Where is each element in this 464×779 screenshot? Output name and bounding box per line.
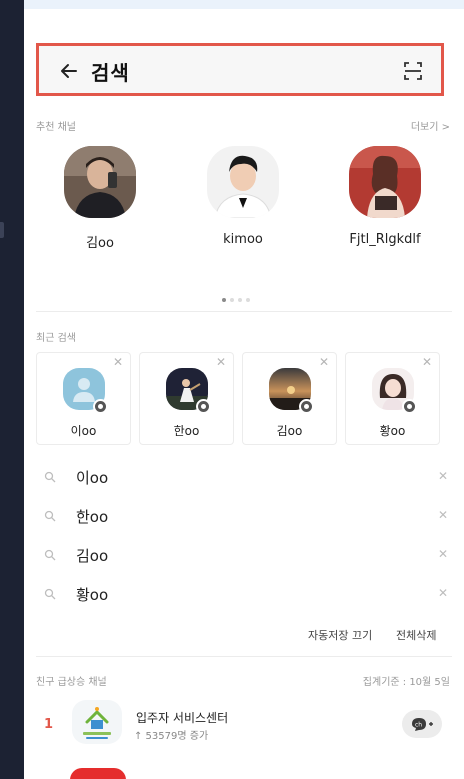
close-icon[interactable]: ✕ bbox=[422, 355, 432, 369]
close-icon[interactable]: ✕ bbox=[319, 355, 329, 369]
recent-card[interactable]: ✕ 황oo bbox=[345, 352, 440, 445]
page-title: 검색 bbox=[91, 61, 130, 85]
recommended-channel[interactable]: Fjtl_Rlgkdlf bbox=[335, 146, 435, 247]
channel-name: kimoo bbox=[223, 232, 263, 247]
add-channel-button[interactable]: ch bbox=[402, 710, 442, 738]
close-icon[interactable]: ✕ bbox=[113, 355, 123, 369]
search-history-item[interactable]: 이oo ✕ bbox=[44, 466, 448, 490]
device-bezel bbox=[0, 0, 24, 779]
rank-number: 1 bbox=[44, 717, 54, 732]
back-arrow-icon[interactable] bbox=[59, 61, 79, 81]
close-icon[interactable]: ✕ bbox=[216, 355, 226, 369]
card-name: 이oo bbox=[70, 424, 97, 438]
channel-name: 김oo bbox=[86, 236, 114, 251]
channel-logo[interactable] bbox=[72, 700, 122, 744]
status-strip bbox=[24, 0, 464, 9]
carousel-pager bbox=[222, 287, 254, 306]
search-history-item[interactable]: 김oo ✕ bbox=[44, 544, 448, 568]
delete-all-button[interactable]: 전체삭제 bbox=[396, 627, 436, 643]
recommended-label: 추천 채널 bbox=[36, 122, 76, 133]
app-screen: 검색 추천 채널 더보기 > 김oo kimoo Fjtl_Rlgkdlf 최근… bbox=[24, 0, 464, 779]
scan-icon[interactable] bbox=[403, 61, 423, 81]
divider bbox=[36, 656, 452, 657]
recent-card[interactable]: ✕ 김oo bbox=[242, 352, 337, 445]
next-channel-logo[interactable] bbox=[70, 768, 126, 779]
channel-badge-icon bbox=[402, 399, 417, 414]
channel-badge-icon bbox=[299, 399, 314, 414]
pager-dot[interactable] bbox=[246, 298, 250, 302]
pager-dot[interactable] bbox=[222, 298, 226, 302]
follower-increase: ↑ 53579명 증가 bbox=[134, 731, 209, 742]
history-text: 한oo bbox=[76, 508, 109, 526]
channel-name[interactable]: 입주자 서비스센터 bbox=[136, 709, 228, 726]
close-icon[interactable]: ✕ bbox=[438, 547, 448, 561]
search-icon bbox=[44, 549, 56, 561]
card-name: 김oo bbox=[276, 424, 303, 438]
search-header: 검색 bbox=[36, 43, 444, 96]
history-text: 황oo bbox=[76, 586, 109, 604]
channel-name: Fjtl_Rlgkdlf bbox=[349, 232, 421, 247]
avatar bbox=[349, 146, 421, 218]
recent-card[interactable]: ✕ 이oo bbox=[36, 352, 131, 445]
close-icon[interactable]: ✕ bbox=[438, 469, 448, 483]
recent-label: 최근 검색 bbox=[36, 333, 76, 344]
channel-badge-icon bbox=[93, 399, 108, 414]
bezel-button bbox=[0, 222, 4, 238]
pager-dot[interactable] bbox=[238, 298, 242, 302]
divider bbox=[36, 311, 452, 312]
recommended-channel[interactable]: kimoo bbox=[193, 146, 293, 247]
pager-dot[interactable] bbox=[230, 298, 234, 302]
avatar bbox=[64, 146, 136, 218]
search-icon bbox=[44, 588, 56, 600]
close-icon[interactable]: ✕ bbox=[438, 586, 448, 600]
search-icon bbox=[44, 471, 56, 483]
search-icon bbox=[44, 510, 56, 522]
history-text: 김oo bbox=[76, 547, 109, 565]
more-link[interactable]: 더보기 > bbox=[411, 118, 450, 133]
avatar bbox=[207, 146, 279, 218]
rising-label: 친구 급상승 채널 bbox=[36, 677, 107, 688]
aggregation-date: 집계기준 : 10월 5일 bbox=[362, 677, 450, 688]
recommended-channel[interactable]: 김oo bbox=[50, 146, 150, 251]
svg-text:ch: ch bbox=[415, 722, 422, 729]
recent-card[interactable]: ✕ 한oo bbox=[139, 352, 234, 445]
history-text: 이oo bbox=[76, 469, 109, 487]
search-history-item[interactable]: 황oo ✕ bbox=[44, 583, 448, 607]
close-icon[interactable]: ✕ bbox=[438, 508, 448, 522]
autosave-off-button[interactable]: 자동저장 끄기 bbox=[308, 627, 372, 643]
channel-badge-icon bbox=[196, 399, 211, 414]
search-history-item[interactable]: 한oo ✕ bbox=[44, 505, 448, 529]
card-name: 황oo bbox=[379, 424, 406, 438]
card-name: 한oo bbox=[173, 424, 200, 438]
add-channel-icon: ch bbox=[412, 718, 433, 731]
